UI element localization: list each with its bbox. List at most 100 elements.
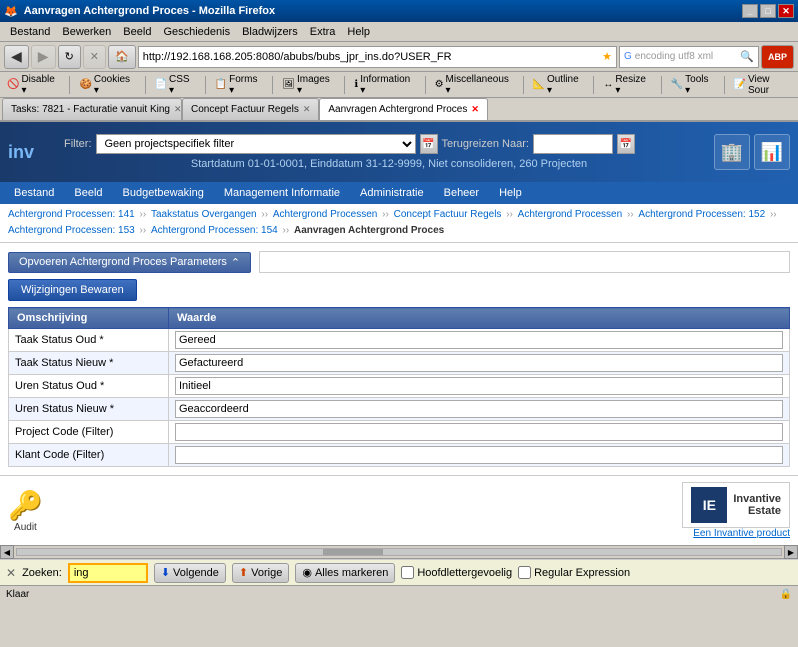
tab-aanvragen-close[interactable]: ✕	[471, 104, 479, 115]
tab-tasks-close[interactable]: ✕	[174, 104, 182, 115]
tb-disable[interactable]: 🚫Disable ▾	[4, 74, 63, 96]
field-project-code[interactable]	[175, 423, 783, 441]
tb-information[interactable]: ℹInformation ▾	[351, 74, 418, 96]
find-mark-btn[interactable]: ◉ Alles markeren	[295, 563, 395, 583]
menu-help[interactable]: Help	[341, 24, 376, 40]
tb-images[interactable]: 🖼Images ▾	[279, 74, 338, 96]
browser-menu-bar: Bestand Bewerken Beeld Geschiedenis Blad…	[0, 22, 798, 42]
home-button[interactable]: 🏠	[108, 45, 136, 69]
app-header: inv Filter: Geen projectspecifiek filter…	[0, 122, 798, 182]
find-close-btn[interactable]: ✕	[6, 566, 16, 580]
scroll-thumb[interactable]	[323, 549, 383, 555]
params-table: Omschrijving Waarde Taak Status Oud *Taa…	[8, 307, 790, 467]
tb-viewsource[interactable]: 📝View Sour	[731, 74, 795, 96]
find-next-btn[interactable]: ⬇ Volgende	[154, 563, 226, 583]
teruggreizen-calendar-btn[interactable]: 📅	[617, 134, 635, 154]
app-menu-administratie[interactable]: Administratie	[350, 185, 434, 201]
breadcrumb-link-7[interactable]: Achtergrond Processen: 153	[8, 225, 135, 236]
menu-bestand[interactable]: Bestand	[4, 24, 56, 40]
scroll-left-btn[interactable]: ◀	[0, 545, 14, 559]
footer-area: 🔑 Audit IE Invantive Estate Een Invantiv…	[0, 475, 798, 545]
back-button[interactable]: ◀	[4, 45, 29, 69]
audit-icon[interactable]: 🔑	[8, 489, 43, 522]
menu-bladwijzers[interactable]: Bladwijzers	[236, 24, 304, 40]
filter-calendar-btn[interactable]: 📅	[420, 134, 438, 154]
tb-cookies[interactable]: 🍪Cookies ▾	[76, 74, 138, 96]
brand-tagline[interactable]: Een Invantive product	[682, 528, 790, 539]
tb-sep2	[145, 76, 146, 94]
save-button[interactable]: Wijzigingen Bewaren	[8, 279, 137, 301]
app-menu-beheer[interactable]: Beheer	[434, 185, 489, 201]
find-prev-btn[interactable]: ⬆ Vorige	[232, 563, 289, 583]
table-row: Uren Status Nieuw *	[9, 398, 790, 421]
menu-geschiedenis[interactable]: Geschiedenis	[157, 24, 236, 40]
tb-outline[interactable]: 📐Outline ▾	[530, 74, 588, 96]
scroll-right-btn[interactable]: ▶	[784, 545, 798, 559]
breadcrumb-link-8[interactable]: Achtergrond Processen: 154	[151, 225, 278, 236]
minimize-button[interactable]: _	[742, 4, 758, 18]
tab-aanvragen[interactable]: Aanvragen Achtergrond Proces ✕	[319, 98, 488, 120]
breadcrumb-link-4[interactable]: Concept Factuur Regels	[394, 209, 502, 220]
adblock-button[interactable]: ABP	[761, 45, 794, 69]
breadcrumb-sep-5: ››	[627, 209, 636, 220]
address-text: http://192.168.168.205:8080/abubs/bubs_j…	[143, 51, 602, 63]
tb-resize[interactable]: ↔Resize ▾	[600, 74, 654, 96]
close-button[interactable]: ✕	[778, 4, 794, 18]
value-cell-uren-status-oud	[169, 375, 790, 398]
menu-bewerken[interactable]: Bewerken	[56, 24, 117, 40]
app-logo: inv	[8, 142, 48, 163]
tb-tools[interactable]: 🔧Tools ▾	[668, 74, 718, 96]
breadcrumb-link-6[interactable]: Achtergrond Processen: 152	[638, 209, 765, 220]
find-input[interactable]	[68, 563, 148, 583]
brand-section: IE Invantive Estate Een Invantive produc…	[682, 482, 790, 539]
tb-forms[interactable]: 📋Forms ▾	[212, 74, 267, 96]
star-icon[interactable]: ★	[602, 50, 612, 63]
brand-box[interactable]: IE Invantive Estate	[682, 482, 790, 528]
header-icon-1[interactable]: 🏢	[714, 134, 750, 170]
address-bar[interactable]: http://192.168.168.205:8080/abubs/bubs_j…	[138, 46, 617, 68]
filter-select[interactable]: Geen projectspecifiek filter	[96, 134, 416, 154]
field-taak-status-nieuw[interactable]	[175, 354, 783, 372]
regex-label[interactable]: Regular Expression	[518, 566, 630, 579]
teruggreizen-input[interactable]	[533, 134, 613, 154]
app-menu-management[interactable]: Management Informatie	[214, 185, 350, 201]
forward-button[interactable]: ▶	[31, 45, 56, 69]
case-sensitive-label[interactable]: Hoofdlettergevoelig	[401, 566, 512, 579]
breadcrumb-link-1[interactable]: Achtergrond Processen: 141	[8, 209, 135, 220]
breadcrumb-sep-3: ››	[382, 209, 391, 220]
breadcrumb-link-2[interactable]: Taakstatus Overgangen	[151, 209, 257, 220]
breadcrumb-sep-1: ››	[140, 209, 149, 220]
breadcrumb-link-5[interactable]: Achtergrond Processen	[518, 209, 623, 220]
reload-button[interactable]: ↻	[58, 45, 81, 69]
col-waarde: Waarde	[169, 308, 790, 329]
header-icon-2[interactable]: 📊	[754, 134, 790, 170]
search-icon[interactable]: 🔍	[740, 50, 754, 63]
field-uren-status-oud[interactable]	[175, 377, 783, 395]
section-header: Opvoeren Achtergrond Proces Parameters ⌃	[8, 251, 790, 273]
label-uren-status-nieuw: Uren Status Nieuw *	[9, 398, 169, 421]
field-klant-code[interactable]	[175, 446, 783, 464]
tab-tasks[interactable]: Tasks: 7821 - Facturatie vanuit King ✕	[2, 98, 182, 120]
menu-extra[interactable]: Extra	[304, 24, 342, 40]
regex-checkbox[interactable]	[518, 566, 531, 579]
scroll-track[interactable]	[16, 548, 782, 556]
case-sensitive-checkbox[interactable]	[401, 566, 414, 579]
section-collapse-btn[interactable]: Opvoeren Achtergrond Proces Parameters ⌃	[8, 252, 251, 273]
app-menu-help[interactable]: Help	[489, 185, 532, 201]
field-taak-status-oud[interactable]	[175, 331, 783, 349]
browser-search-box[interactable]: G encoding utf8 xml 🔍	[619, 46, 759, 68]
tab-tasks-label: Tasks: 7821 - Facturatie vanuit King	[11, 104, 170, 115]
tb-css[interactable]: 📄CSS ▾	[152, 74, 199, 96]
menu-beeld[interactable]: Beeld	[117, 24, 157, 40]
breadcrumb-link-3[interactable]: Achtergrond Processen	[273, 209, 378, 220]
app-menu-budgetbewaking[interactable]: Budgetbewaking	[113, 185, 214, 201]
tab-concept[interactable]: Concept Factuur Regels ✕	[182, 98, 319, 120]
stop-button[interactable]: ✕	[83, 45, 106, 69]
field-uren-status-nieuw[interactable]	[175, 400, 783, 418]
main-content: Opvoeren Achtergrond Proces Parameters ⌃…	[0, 243, 798, 475]
maximize-button[interactable]: □	[760, 4, 776, 18]
tab-concept-close[interactable]: ✕	[303, 104, 311, 115]
tb-misc[interactable]: ⚙Miscellaneous ▾	[432, 74, 517, 96]
app-menu-beeld[interactable]: Beeld	[64, 185, 112, 201]
app-menu-bestand[interactable]: Bestand	[4, 185, 64, 201]
